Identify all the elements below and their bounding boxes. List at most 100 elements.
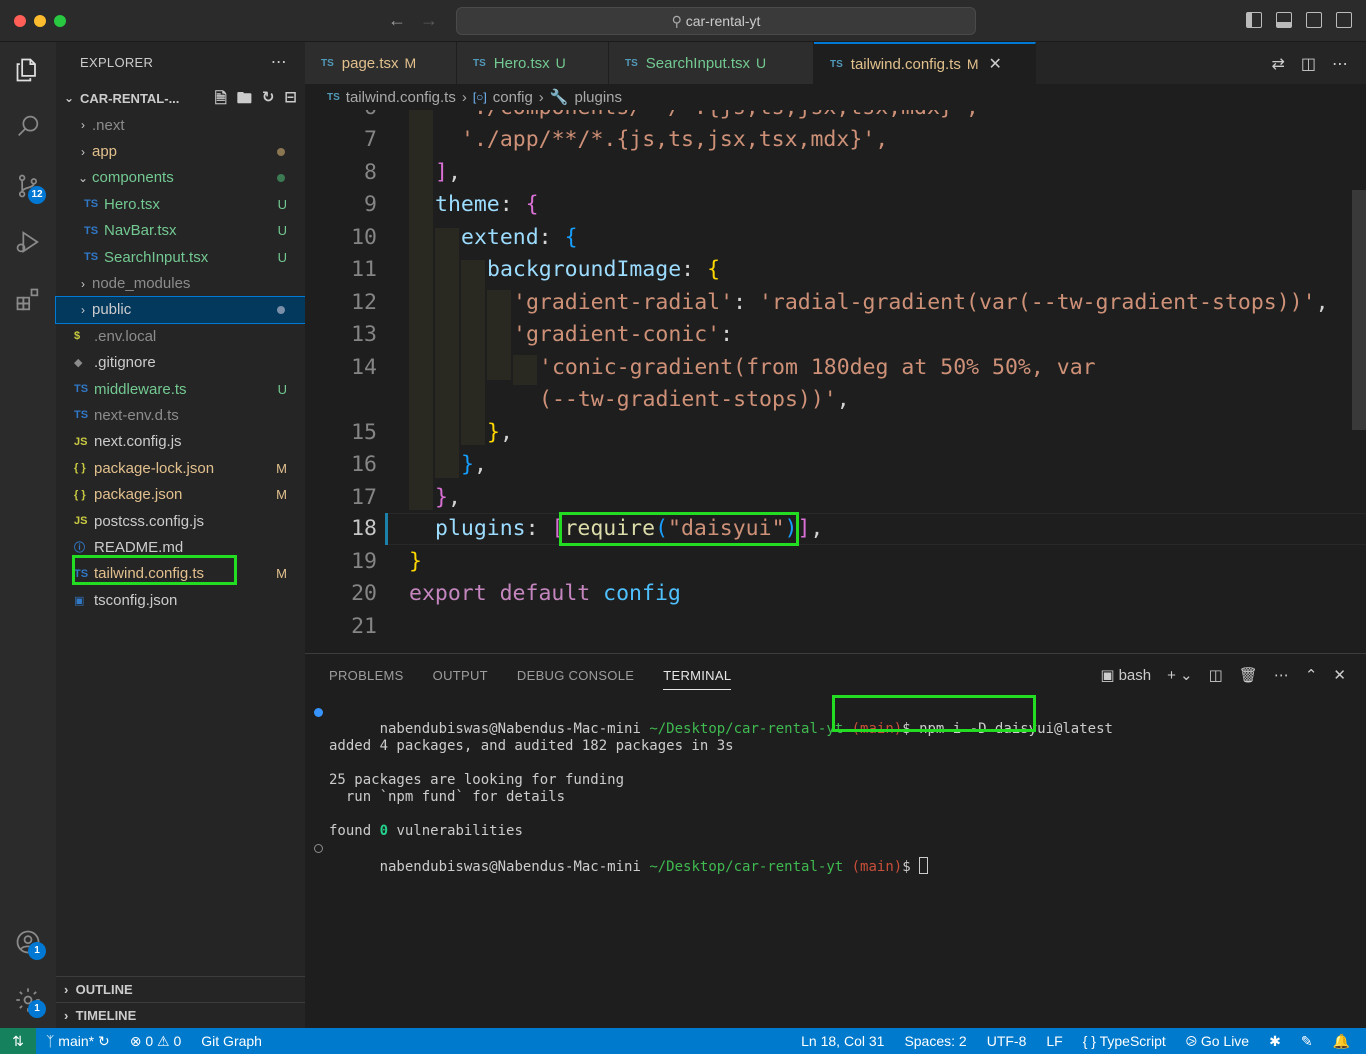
file-tree-item[interactable]: { } package-lock.json M <box>56 455 305 481</box>
customize-layout-icon[interactable] <box>1336 12 1352 28</box>
split-terminal-icon[interactable]: ◫ <box>1209 666 1223 684</box>
breadcrumb-symbol-config[interactable]: config <box>493 89 533 106</box>
terminal-cursor <box>919 857 929 874</box>
tab-terminal[interactable]: TERMINAL <box>663 664 732 690</box>
extensions-icon[interactable] <box>0 276 56 324</box>
breadcrumb-file[interactable]: tailwind.config.ts <box>346 89 456 106</box>
code-line-8: ], <box>435 160 461 185</box>
feedback-icon[interactable]: ✎ <box>1301 1033 1313 1050</box>
file-tree-item[interactable]: TS next-env.d.ts <box>56 402 305 428</box>
terminal-output-line: 25 packages are looking for funding <box>329 772 625 788</box>
back-arrow-icon[interactable]: ← <box>388 10 406 31</box>
notifications-bell-icon[interactable]: 🔔 <box>1333 1033 1350 1050</box>
command-center-search[interactable]: ⚲ car-rental-yt <box>456 7 976 35</box>
scm-badge: 12 <box>28 186 46 204</box>
split-editor-icon[interactable]: ◫ <box>1301 54 1316 74</box>
accounts-icon[interactable]: 1 <box>0 918 56 966</box>
tab-searchinput-tsx[interactable]: TS SearchInput.tsx U <box>609 42 814 84</box>
tab-debug-console[interactable]: DEBUG CONSOLE <box>517 664 634 690</box>
language-mode[interactable]: { } TypeScript <box>1083 1033 1166 1049</box>
file-tree-item[interactable]: › node_modules <box>56 270 305 296</box>
forward-arrow-icon[interactable]: → <box>420 10 438 31</box>
code-line-17: }, <box>435 485 461 510</box>
terminal-prompt-line: nabendubiswas@Nabendus-Mac-mini ~/Deskto… <box>314 840 929 875</box>
tab-label: page.tsx <box>341 54 399 72</box>
file-tree-item[interactable]: ◆ .gitignore <box>56 350 305 376</box>
new-terminal-icon[interactable]: + ⌄ <box>1167 666 1193 684</box>
file-tree-item[interactable]: ▣ tsconfig.json <box>56 587 305 613</box>
explorer-icon[interactable] <box>0 46 56 94</box>
file-tree-item[interactable]: JS postcss.config.js <box>56 508 305 534</box>
search-icon[interactable] <box>0 102 56 150</box>
file-tree-item[interactable]: ⌄ components <box>56 165 305 191</box>
layout-controls <box>1246 12 1352 28</box>
cursor-position[interactable]: Ln 18, Col 31 <box>801 1033 884 1049</box>
file-tree-label: .env.local <box>94 327 157 345</box>
terminal-output-line: added 4 packages, and audited 182 packag… <box>329 738 734 754</box>
file-tree-item[interactable]: › .next <box>56 112 305 138</box>
branch-indicator[interactable]: ᛉ main* ↻ <box>46 1033 110 1050</box>
tab-output[interactable]: OUTPUT <box>433 664 488 690</box>
trash-icon[interactable]: 🗑 <box>1239 666 1258 684</box>
toggle-secondary-sidebar-icon[interactable] <box>1306 12 1322 28</box>
refresh-icon[interactable]: ↻ <box>262 88 275 113</box>
collapse-all-icon[interactable]: ⊟ <box>284 88 297 113</box>
code-line-7: './app/**/*.{js,ts,jsx,tsx,mdx}', <box>461 127 889 152</box>
problems-indicator[interactable]: ⊗ 0 ⚠ 0 <box>130 1033 182 1050</box>
source-control-icon[interactable]: 12 <box>0 162 56 210</box>
file-tree-item[interactable]: TS middleware.ts U <box>56 376 305 402</box>
project-root[interactable]: ⌄ CAR-RENTAL-... 🗎 🖿 ↻ ⊟ <box>56 84 305 112</box>
file-tree-item[interactable]: ⓘ README.md <box>56 534 305 560</box>
toggle-panel-icon[interactable] <box>1276 12 1292 28</box>
go-live-button[interactable]: ⧁ Go Live <box>1186 1033 1249 1050</box>
tab-problems[interactable]: PROBLEMS <box>329 664 404 690</box>
more-actions-icon[interactable]: ⋯ <box>271 42 287 84</box>
tab-tailwind-config[interactable]: TS tailwind.config.ts M ✕ <box>814 42 1036 84</box>
settings-badge: 1 <box>28 1000 46 1018</box>
line-number: 21 <box>351 614 377 639</box>
encoding[interactable]: UTF-8 <box>987 1033 1027 1049</box>
new-folder-icon[interactable]: 🖿 <box>237 88 252 113</box>
file-tree-item[interactable]: { } package.json M <box>56 481 305 507</box>
close-tab-icon[interactable]: ✕ <box>989 54 1002 74</box>
timeline-section[interactable]: › TIMELINE <box>56 1002 305 1028</box>
breadcrumb-symbol-plugins[interactable]: plugins <box>574 89 622 106</box>
run-debug-icon[interactable] <box>0 218 56 266</box>
file-tree-item[interactable]: TS tailwind.config.ts M <box>56 561 305 587</box>
file-tree-item[interactable]: TS NavBar.tsx U <box>56 218 305 244</box>
new-file-icon[interactable]: 🗎 <box>215 88 227 113</box>
git-status-badge: M <box>276 460 287 476</box>
outline-label: OUTLINE <box>75 982 133 997</box>
file-tree-item[interactable]: $ .env.local <box>56 323 305 349</box>
manage-gear-icon[interactable]: 1 <box>0 976 56 1024</box>
file-tree-item[interactable]: TS SearchInput.tsx U <box>56 244 305 270</box>
minimize-window-button[interactable] <box>34 15 46 27</box>
code-editor[interactable]: 6789101112131415161718192021 './componen… <box>305 110 1366 653</box>
bottom-panel: PROBLEMS OUTPUT DEBUG CONSOLE TERMINAL ▣… <box>305 653 1366 1028</box>
more-actions-icon[interactable]: ⋯ <box>1274 666 1289 684</box>
indentation[interactable]: Spaces: 2 <box>904 1033 966 1049</box>
file-tree-item[interactable]: › public <box>55 295 306 325</box>
open-changes-icon[interactable]: ⇄ <box>1271 54 1284 74</box>
tab-page-tsx[interactable]: TS page.tsx M <box>305 42 457 84</box>
file-tree-item[interactable]: TS Hero.tsx U <box>56 191 305 217</box>
close-window-button[interactable] <box>14 15 26 27</box>
maximize-panel-icon[interactable]: ⌃ <box>1305 666 1318 684</box>
close-panel-icon[interactable]: ✕ <box>1333 666 1346 684</box>
editor-scrollbar[interactable] <box>1352 190 1366 430</box>
prettier-icon[interactable]: ✱ <box>1269 1033 1281 1050</box>
toggle-primary-sidebar-icon[interactable] <box>1246 12 1262 28</box>
outline-section[interactable]: › OUTLINE <box>56 976 305 1002</box>
file-tree-label: components <box>92 169 174 187</box>
code-line-12: 'gradient-radial': 'radial-gradient(var(… <box>513 290 1329 315</box>
file-tree-label: package-lock.json <box>94 459 215 477</box>
remote-indicator-icon[interactable]: ⇅ <box>0 1028 36 1054</box>
more-actions-icon[interactable]: ⋯ <box>1332 54 1348 74</box>
end-of-line[interactable]: LF <box>1046 1033 1062 1049</box>
file-tree-item[interactable]: › app <box>56 138 305 164</box>
file-tree-item[interactable]: JS next.config.js <box>56 429 305 455</box>
git-graph-button[interactable]: Git Graph <box>201 1033 262 1049</box>
terminal-shell-label[interactable]: bash <box>1119 667 1152 684</box>
zoom-window-button[interactable] <box>54 15 66 27</box>
tab-hero-tsx[interactable]: TS Hero.tsx U <box>457 42 609 84</box>
